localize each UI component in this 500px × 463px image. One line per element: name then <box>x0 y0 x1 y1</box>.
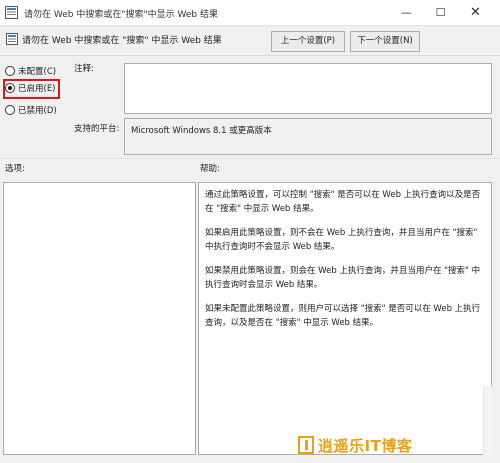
previous-setting-button[interactable]: 上一个设置(P) <box>271 31 345 52</box>
close-button[interactable]: ✕ <box>459 0 492 26</box>
supported-platform-label: 支持的平台: <box>74 124 120 134</box>
header-divider <box>0 55 500 56</box>
help-paragraph: 如果未配置此策略设置，则用户可以选择 "搜索" 是否可以在 Web 上执行查询，… <box>205 304 481 328</box>
next-setting-button[interactable]: 下一个设置(N) <box>350 31 420 52</box>
policy-settings-icon <box>5 6 18 19</box>
maximize-button[interactable]: ☐ <box>424 0 457 26</box>
radio-circle[interactable] <box>5 105 15 115</box>
radio-label: 已禁用(D) <box>18 106 57 116</box>
watermark-logo-icon <box>298 436 314 454</box>
help-label: 帮助: <box>200 164 220 174</box>
radio-label: 未配置(C) <box>18 67 57 77</box>
comment-label: 注释: <box>74 64 94 74</box>
policy-icon <box>6 33 18 45</box>
policy-name: 请勿在 Web 中搜索或在 "搜索" 中显示 Web 结果 <box>22 36 222 46</box>
help-paragraph: 通过此策略设置，可以控制 "搜索" 是否可以在 Web 上执行查询以及是否在 "… <box>205 190 481 214</box>
options-label: 选项: <box>5 164 25 174</box>
section-divider <box>0 158 500 159</box>
radio-circle[interactable] <box>5 66 15 76</box>
help-paragraph: 如果启用此策略设置，则不会在 Web 上执行查询，并且当用户在 "搜索" 中执行… <box>205 228 478 252</box>
help-paragraph: 如果禁用此策略设置，则会在 Web 上执行查询，并且当用户在 "搜索" 中执行查… <box>205 266 481 290</box>
supported-platform-value: Microsoft Windows 8.1 或更高版本 <box>131 126 272 136</box>
comment-textarea[interactable] <box>124 63 492 114</box>
help-scrollbar[interactable] <box>483 386 492 455</box>
help-panel[interactable]: 通过此策略设置，可以控制 "搜索" 是否可以在 Web 上执行查询以及是否在 "… <box>198 182 492 455</box>
radio-disabled[interactable]: 已禁用(D) <box>5 104 57 119</box>
options-panel <box>3 182 196 455</box>
window-title: 请勿在 Web 中搜索或在"搜索"中显示 Web 结果 <box>24 10 218 20</box>
minimize-button[interactable]: — <box>390 0 423 26</box>
radio-not-configured[interactable]: 未配置(C) <box>5 65 56 80</box>
highlight-box <box>3 79 60 99</box>
watermark-text: 逍遥乐IT博客 <box>318 437 413 455</box>
